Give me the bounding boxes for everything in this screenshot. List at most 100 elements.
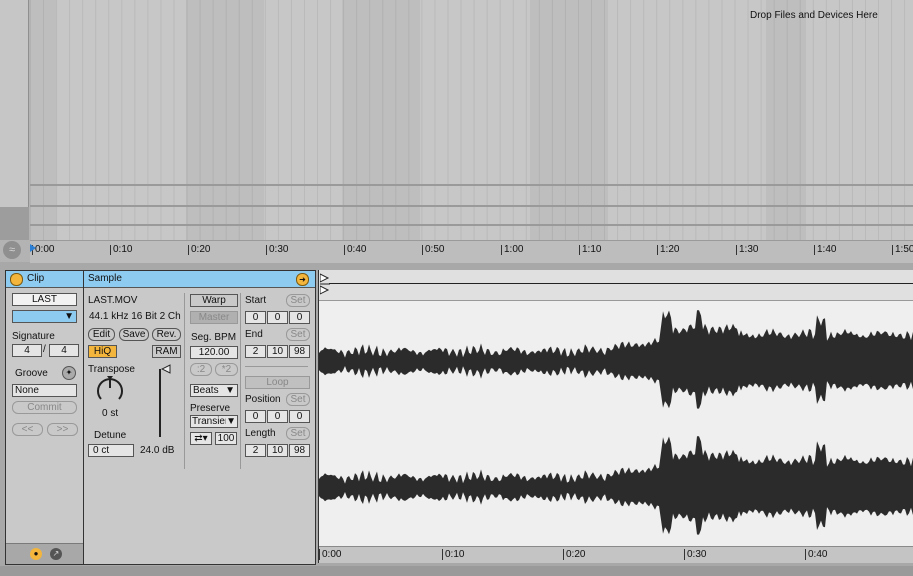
envelope-field[interactable]: 100 xyxy=(215,432,237,445)
length-bar-field[interactable]: 2 xyxy=(245,444,266,457)
position-beat-field[interactable]: 0 xyxy=(267,410,288,423)
groove-label: Groove xyxy=(15,368,48,379)
gain-value: 24.0 dB xyxy=(140,445,175,456)
warp-button[interactable]: Warp xyxy=(190,294,238,307)
ruler-tick: 1:50 xyxy=(892,245,913,255)
clip-activator-button[interactable] xyxy=(10,273,23,286)
clip-color-dropdown[interactable]: ▼ xyxy=(12,310,77,323)
clip-header: Clip xyxy=(6,271,83,288)
start-label: Start xyxy=(245,295,267,306)
position-bar-field[interactable]: 0 xyxy=(245,410,266,423)
length-sixteenth-field[interactable]: 98 xyxy=(289,444,310,457)
transpose-value: 0 st xyxy=(102,408,119,419)
end-sixteenth-field[interactable]: 98 xyxy=(289,345,310,358)
clip-name-field[interactable]: LAST xyxy=(12,293,77,306)
dropdown-arrow-icon: ▼ xyxy=(64,311,74,322)
reverse-button[interactable]: Rev. xyxy=(152,328,181,341)
arrangement-grid[interactable] xyxy=(30,0,913,240)
transpose-label: Transpose xyxy=(88,364,135,375)
signature-label: Signature xyxy=(12,331,55,342)
double-tempo-button[interactable]: *2 xyxy=(215,363,238,376)
signature-denominator-field[interactable]: 4 xyxy=(49,344,79,357)
length-set-button[interactable]: Set xyxy=(286,427,310,440)
status-bar xyxy=(0,566,913,576)
start-bar-field[interactable]: 0 xyxy=(245,311,266,324)
arrangement-time-ruler[interactable]: 0:00 0:10 0:20 0:30 0:40 0:50 1:00 1:10 … xyxy=(30,240,913,263)
section-divider xyxy=(184,293,185,469)
position-sixteenth-field[interactable]: 0 xyxy=(289,410,310,423)
loop-mode-dropdown[interactable]: ⇄▾ xyxy=(190,432,212,445)
master-button[interactable]: Master xyxy=(190,311,238,324)
gain-handle-icon[interactable] xyxy=(161,364,171,374)
end-label: End xyxy=(245,329,263,340)
ruler-tick: 0:10 xyxy=(110,245,132,255)
length-beat-field[interactable]: 10 xyxy=(267,444,288,457)
ruler-tick: 1:30 xyxy=(736,245,758,255)
position-set-button[interactable]: Set xyxy=(286,393,310,406)
groove-pool-icon[interactable]: ✦ xyxy=(62,366,76,380)
ruler-tick: 0:30 xyxy=(684,549,706,560)
detune-value: 0 ct xyxy=(93,445,110,456)
grid-shade xyxy=(342,0,420,240)
track-divider xyxy=(30,205,913,207)
track-header-shade xyxy=(0,0,29,207)
start-sixteenth-field[interactable]: 0 xyxy=(289,311,310,324)
dropdown-arrow-icon: ▼ xyxy=(225,385,235,396)
ruler-tick: 0:50 xyxy=(422,245,444,255)
track-header-strip xyxy=(0,0,29,240)
ruler-tick: 1:20 xyxy=(657,245,679,255)
ruler-tick: 0:40 xyxy=(805,549,827,560)
nudge-forward-button[interactable]: >> xyxy=(47,423,78,436)
section-divider xyxy=(245,366,308,367)
ruler-tick: 0:20 xyxy=(563,549,585,560)
loop-brace-line xyxy=(329,283,913,284)
ruler-tick: 0:30 xyxy=(266,245,288,255)
follow-icon[interactable]: ≈ xyxy=(3,241,21,259)
half-tempo-button[interactable]: :2 xyxy=(190,363,212,376)
waveform-time-ruler[interactable]: 0:00 0:10 0:20 0:30 0:40 xyxy=(319,546,913,563)
ruler-tick: 0:20 xyxy=(188,245,210,255)
ruler-tick: 1:40 xyxy=(814,245,836,255)
sample-header: Sample ➜ xyxy=(84,271,315,288)
ruler-tick: 1:10 xyxy=(579,245,601,255)
save-button[interactable]: Save xyxy=(119,328,149,341)
hiq-toggle[interactable]: HiQ xyxy=(88,345,117,358)
grid-shade xyxy=(30,0,56,240)
edit-button[interactable]: Edit xyxy=(88,328,115,341)
dropdown-arrow-icon: ▼ xyxy=(226,416,236,427)
envelopes-toggle-icon[interactable]: ↗ xyxy=(50,548,62,560)
ruler-tick: 0:40 xyxy=(344,245,366,255)
drop-files-message: Drop Files and Devices Here xyxy=(750,10,878,21)
track-divider xyxy=(30,184,913,186)
commit-button[interactable]: Commit xyxy=(12,401,77,414)
waveform-marker-strip[interactable] xyxy=(319,270,913,301)
preserve-dropdown[interactable]: Transien ▼ xyxy=(190,415,238,428)
end-set-button[interactable]: Set xyxy=(286,328,310,341)
sample-forward-icon[interactable]: ➜ xyxy=(296,273,309,286)
signature-numerator-field[interactable]: 4 xyxy=(12,344,42,357)
groove-field[interactable]: None xyxy=(12,384,77,397)
end-bar-field[interactable]: 2 xyxy=(245,345,266,358)
seg-bpm-field[interactable]: 120.00 xyxy=(190,346,238,359)
grid-shade xyxy=(766,0,806,240)
start-set-button[interactable]: Set xyxy=(286,294,310,307)
sample-file-name: LAST.MOV xyxy=(88,295,138,306)
warp-mode-dropdown[interactable]: Beats ▼ xyxy=(190,384,238,397)
transpose-knob[interactable] xyxy=(95,375,125,405)
ruler-tick: 0:00 xyxy=(319,549,341,560)
start-marker-icon[interactable] xyxy=(320,273,330,299)
sample-waveform-editor[interactable]: 0:00 0:10 0:20 0:30 0:40 xyxy=(318,270,913,563)
gain-slider[interactable] xyxy=(159,369,161,437)
end-beat-field[interactable]: 10 xyxy=(267,345,288,358)
preserve-value: Transien xyxy=(192,416,231,427)
waveform-display xyxy=(319,310,913,535)
nudge-back-button[interactable]: << xyxy=(12,423,43,436)
detune-field[interactable]: 0 ct xyxy=(88,444,134,457)
ruler-tick: 0:10 xyxy=(442,549,464,560)
playhead-marker-icon[interactable] xyxy=(30,244,36,252)
warp-mode-value: Beats xyxy=(193,385,219,396)
loop-button[interactable]: Loop xyxy=(245,376,310,389)
ram-toggle[interactable]: RAM xyxy=(152,345,181,358)
start-beat-field[interactable]: 0 xyxy=(267,311,288,324)
clip-view-toggle-icon[interactable]: ● xyxy=(30,548,42,560)
